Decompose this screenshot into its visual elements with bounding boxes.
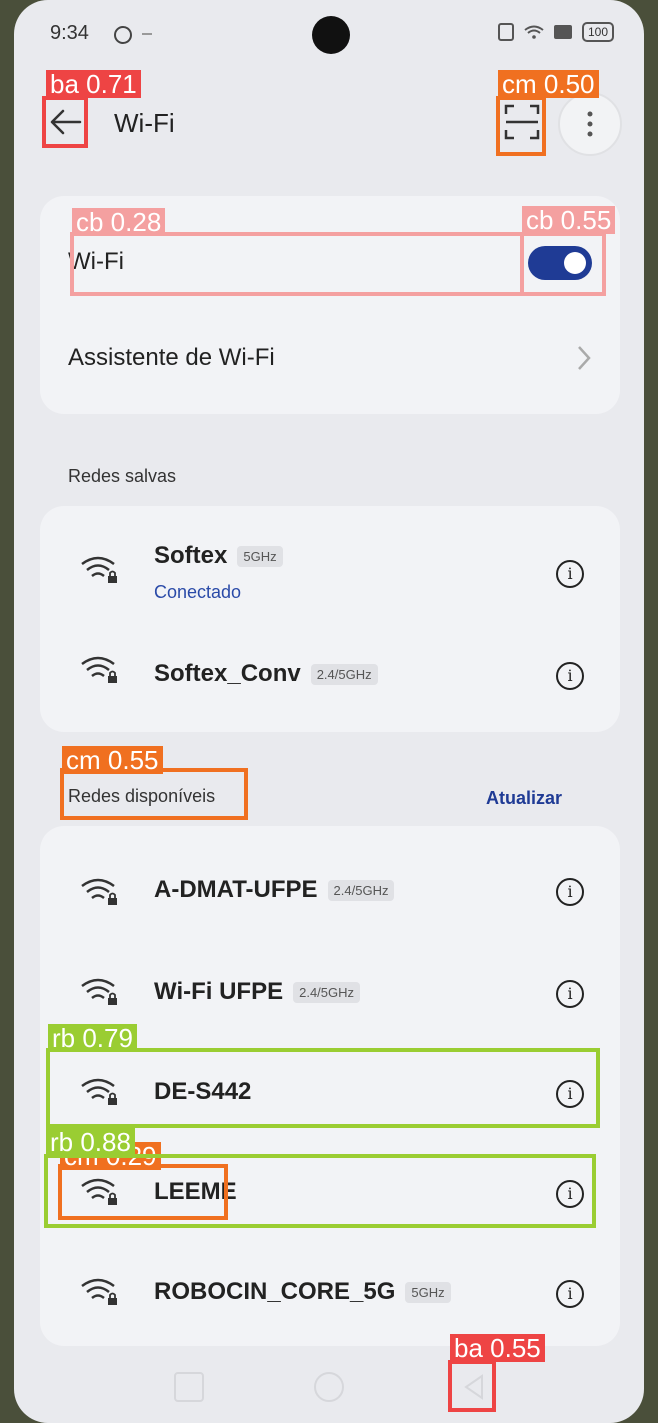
nfc-icon [497, 23, 514, 41]
page-title: Wi-Fi [114, 108, 175, 138]
network-item[interactable]: ROBOCIN_CORE_5G 5GHz i [40, 1244, 620, 1340]
wifi-lock-icon [81, 656, 117, 683]
saved-networks-card: Softex 5GHz Conectado i Softex_Conv 2.4/5G… [40, 506, 620, 732]
band-badge: 2.4/5GHz [293, 982, 361, 1004]
wifi-lock-icon [81, 556, 117, 583]
band-badge: 5GHz [405, 1282, 451, 1304]
saved-networks-heading: Redes salvas [68, 466, 177, 486]
band-badge: 2.4/5GHz [327, 880, 395, 902]
detection-box [70, 232, 524, 296]
wifi-lock-icon [81, 978, 117, 1005]
battery-indicator: 100 [581, 22, 614, 42]
detection-label: ba 0.55 [450, 1334, 545, 1362]
network-ssid: Wi-Fi UFPE 2.4/5GHz [154, 978, 361, 1006]
network-info-button[interactable]: i [556, 980, 584, 1008]
detection-label: cb 0.55 [522, 206, 616, 234]
detection-box [60, 768, 248, 820]
wifi-assistant-label: Assistente de Wi-Fi [68, 344, 275, 371]
network-name: Softex [154, 542, 228, 569]
network-item[interactable]: Softex_Conv 2.4/5GHz i [40, 624, 620, 720]
network-item[interactable]: Softex 5GHz Conectado i [40, 522, 620, 618]
status-time: 9:34 [50, 22, 89, 44]
system-nav-bar [14, 1350, 644, 1420]
detection-label: rb 0.79 [48, 1024, 137, 1052]
detection-box [46, 1048, 600, 1128]
network-ssid: ROBOCIN_CORE_5G 5GHz [154, 1278, 451, 1306]
status-bar: 9:34 100 [14, 0, 644, 70]
network-name: Wi-Fi UFPE [154, 978, 284, 1005]
detection-box [42, 96, 88, 148]
front-camera [312, 16, 350, 54]
network-info-button[interactable]: i [556, 878, 584, 906]
refresh-button[interactable]: Atualizar [486, 788, 562, 809]
detection-label: ba 0.71 [46, 70, 141, 98]
band-badge: 5GHz [237, 546, 283, 568]
network-name: Softex_Conv [154, 660, 301, 687]
network-ssid: Softex 5GHz [154, 542, 283, 570]
network-ssid: A-DMAT-UFPE 2.4/5GHz [154, 876, 395, 904]
more-options-button[interactable] [558, 92, 622, 156]
network-info-button[interactable]: i [556, 560, 584, 588]
detection-box [520, 232, 606, 296]
status-icons: 100 [497, 22, 614, 42]
sim-icon [553, 25, 572, 39]
recents-button[interactable] [174, 1372, 204, 1402]
connection-status: Conectado [154, 582, 242, 602]
network-name: A-DMAT-UFPE [154, 876, 318, 903]
wifi-status-icon [524, 25, 544, 39]
wifi-lock-icon [81, 1278, 117, 1305]
dash-icon [142, 33, 152, 35]
detection-label: cb 0.28 [72, 208, 166, 236]
more-vertical-icon [587, 111, 593, 137]
band-badge: 2.4/5GHz [310, 664, 378, 686]
home-button[interactable] [314, 1372, 344, 1402]
detection-label: rb 0.88 [46, 1128, 135, 1156]
detection-label: cm 0.55 [62, 746, 163, 774]
detection-label: cm 0.50 [498, 70, 599, 98]
wifi-lock-icon [81, 878, 117, 905]
network-name: ROBOCIN_CORE_5G [154, 1278, 396, 1305]
network-ssid: Softex_Conv 2.4/5GHz [154, 660, 378, 688]
network-info-button[interactable]: i [556, 662, 584, 690]
network-info-button[interactable]: i [556, 1280, 584, 1308]
detection-box [496, 96, 546, 156]
detection-box [448, 1360, 496, 1412]
wifi-assistant-row[interactable]: Assistente de Wi-Fi [40, 326, 620, 414]
gear-icon [114, 26, 132, 44]
chevron-right-icon [578, 346, 591, 370]
detection-box [44, 1154, 596, 1228]
network-item[interactable]: A-DMAT-UFPE 2.4/5GHz i [40, 844, 620, 940]
